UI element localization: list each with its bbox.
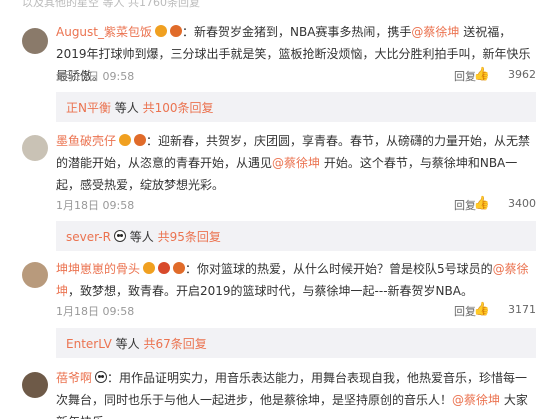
reply-summary[interactable]: 正N平衡 等人 共100条回复 (56, 92, 536, 122)
verified-badge-icon (143, 262, 156, 274)
partial-reply-summary: 以及其他的星空 等人 共1760条回复 (22, 0, 200, 8)
comment-meta: 1月18日 09:58 回复 👍 3400 (56, 195, 536, 215)
comment-text: 坤坤崽崽的骨头 ：你对篮球的热爱，从什么时候开始？曾是校队5号球员的@蔡徐坤，致梦… (56, 262, 529, 298)
member-crown-icon (170, 25, 182, 37)
verified-badge-icon (119, 134, 132, 146)
reply-button[interactable]: 回复 (454, 197, 476, 213)
timestamp: 1月18日 09:58 (56, 70, 135, 83)
thumbs-up-icon[interactable]: 👍 (474, 302, 490, 317)
avatar[interactable] (22, 135, 48, 161)
reply-button[interactable]: 回复 (454, 303, 476, 319)
timestamp: 1月18日 09:58 (56, 199, 135, 212)
member-crown-icon (173, 262, 186, 274)
comment-meta: 1月18日 09:58 回复 👍 3171 (56, 301, 536, 321)
reply-user-link[interactable]: EnterLV (66, 337, 112, 351)
comment-text: August_紫菜包饭 ：新春贺岁金猪到，NBA赛事多热闹，携手@蔡徐坤 送祝福，… (56, 25, 531, 83)
like-count: 3962 (508, 68, 536, 81)
thumbs-up-icon[interactable]: 👍 (474, 196, 490, 211)
mention-link[interactable]: @蔡徐坤 (452, 393, 500, 407)
reply-user-link[interactable]: 正N平衡 (66, 101, 111, 115)
view-replies-link[interactable]: 共95条回复 (158, 230, 221, 244)
reply-summary[interactable]: EnterLV 等人 共67条回复 (56, 328, 536, 358)
mention-link[interactable]: @蔡徐坤 (411, 25, 459, 39)
thumbs-up-icon[interactable]: 👍 (474, 67, 490, 82)
comment-text: 蓓爷啊 ：用作品证明实力，用音乐表达能力，用舞台表现自我，他热爱音乐，珍惜每一次舞… (56, 371, 528, 419)
username-link[interactable]: August_紫菜包饭 (56, 25, 152, 39)
username-link[interactable]: 墨鱼破壳仔 (56, 134, 116, 148)
reply-summary[interactable]: sever-R 等人 共95条回复 (56, 221, 536, 251)
comment-text: 墨鱼破壳仔 ：迎新春，共贺岁，庆团圆，享青春。春节，从磅礴的力量开始，从无禁的潜能… (56, 134, 531, 192)
level-badge-icon (158, 262, 171, 274)
username-link[interactable]: 坤坤崽崽的骨头 (56, 262, 140, 276)
avatar[interactable] (22, 372, 48, 398)
verified-badge-icon (155, 25, 167, 37)
panda-emoji-icon (95, 371, 108, 383)
reply-user-link[interactable]: sever-R (66, 230, 111, 244)
member-crown-icon (134, 134, 147, 146)
like-count: 3400 (508, 197, 536, 210)
avatar[interactable] (22, 28, 48, 54)
panda-emoji-icon (113, 230, 126, 242)
avatar[interactable] (22, 262, 48, 288)
view-replies-link[interactable]: 共100条回复 (143, 101, 214, 115)
view-replies-link[interactable]: 共67条回复 (143, 337, 206, 351)
mention-link[interactable]: @蔡徐坤 (272, 156, 320, 170)
reply-button[interactable]: 回复 (454, 68, 476, 84)
like-count: 3171 (508, 303, 536, 316)
comment-meta: 1月18日 09:58 回复 👍 3962 (56, 66, 536, 86)
username-link[interactable]: 蓓爷啊 (56, 371, 92, 385)
timestamp: 1月18日 09:58 (56, 305, 135, 318)
